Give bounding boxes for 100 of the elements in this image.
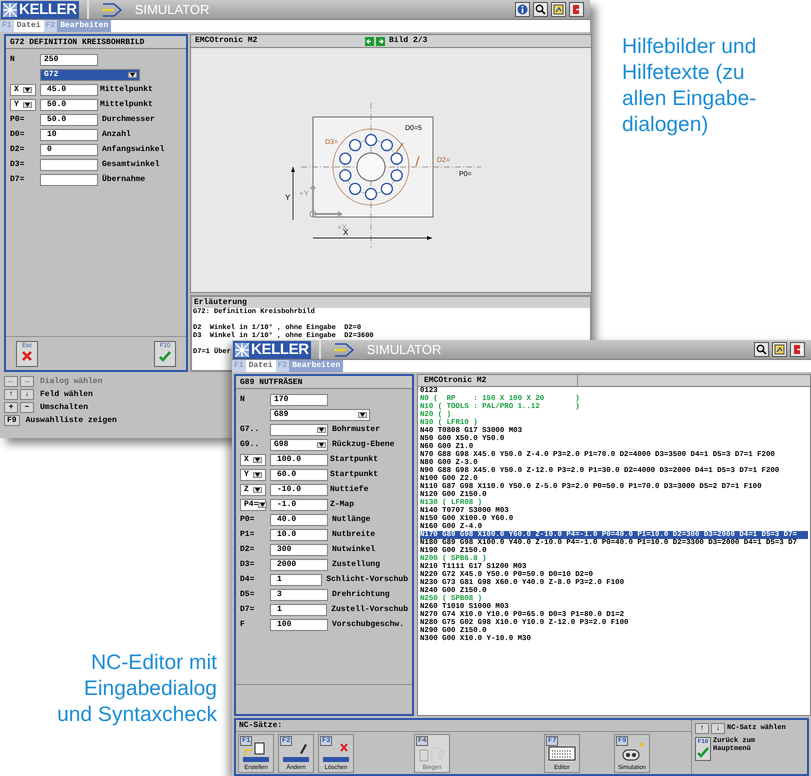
dropdown[interactable]: G89 — [270, 408, 370, 420]
exit-icon[interactable] — [569, 2, 584, 17]
input-field[interactable]: 1 — [270, 604, 328, 616]
input-field[interactable]: 100.0 — [270, 454, 328, 466]
axis-dropdown[interactable]: Y — [240, 468, 266, 480]
field-label: D0= — [10, 128, 26, 140]
caret-icon — [255, 458, 260, 462]
key-cap: ↓ — [711, 723, 725, 734]
field-description: Nutwinkel — [332, 544, 376, 556]
key-cap: ↑ — [4, 389, 18, 400]
field-label: N — [10, 54, 16, 66]
readonly-field: 170 — [270, 394, 328, 406]
caret-icon — [255, 472, 260, 476]
readonly-field: 250 — [40, 54, 98, 66]
field-label: D2= — [10, 144, 26, 156]
key-help-label: Feld wählen — [40, 388, 93, 400]
logo-text: KELLER — [251, 342, 309, 357]
caption: Hilfebilder und Hilfetexte (zu allen Eingabe- dialogen) — [622, 34, 756, 138]
help-icon[interactable] — [772, 342, 787, 357]
caret-icon — [255, 488, 260, 492]
field-label: G7.. — [240, 424, 260, 436]
dropdown[interactable]: G72 — [40, 68, 140, 80]
field-label: P0= — [240, 514, 256, 526]
field-description: Mittelpunkt — [100, 84, 153, 96]
dropdown[interactable]: G98 — [270, 438, 328, 450]
field-description: Nuttiefe — [330, 484, 368, 496]
field-description: Nutlänge — [332, 514, 370, 526]
field-description: Nutbreite — [332, 528, 376, 540]
key-help-label: Dialog wählen — [40, 376, 102, 388]
next-icon[interactable] — [376, 36, 385, 46]
caret-icon — [25, 102, 30, 106]
input-field[interactable]: 60.0 — [270, 468, 328, 480]
field-label: G9.. — [240, 438, 260, 450]
pencil-icon — [281, 742, 311, 764]
input-field[interactable]: 100 — [270, 618, 328, 630]
new-block-icon — [241, 742, 271, 764]
axis-dropdown[interactable]: Y — [10, 98, 36, 110]
help-icon[interactable] — [551, 2, 566, 17]
dimension-label: X — [343, 228, 348, 237]
search-icon[interactable] — [533, 2, 548, 17]
field-description: Drehrichtung — [332, 588, 390, 600]
caret-icon — [260, 502, 266, 506]
field-label: D3= — [240, 558, 256, 570]
function-key: F2 — [276, 360, 290, 372]
dropdown[interactable] — [270, 424, 328, 436]
input-field[interactable]: 300 — [270, 544, 328, 556]
input-field[interactable]: 0 — [40, 144, 98, 156]
field-label: D7= — [10, 174, 26, 186]
field-description: Startpunkt — [330, 468, 378, 480]
logo-grid-icon — [235, 342, 249, 356]
caret-icon — [360, 412, 365, 416]
field-label: N — [240, 394, 246, 406]
axis-dropdown[interactable]: X — [10, 84, 36, 96]
input-field[interactable]: 1 — [270, 574, 322, 586]
input-field[interactable] — [40, 174, 98, 186]
field-description: Durchmesser — [102, 114, 155, 126]
input-field[interactable]: 50.0 — [40, 114, 98, 126]
field-description: Z-Map — [330, 498, 354, 510]
caption: NC-Editor mit Eingabedialog und Syntaxcheck — [57, 650, 217, 728]
input-field[interactable]: 40.0 — [270, 514, 328, 526]
app-title: SIMULATOR — [366, 340, 442, 359]
input-field[interactable]: 10 — [40, 128, 98, 140]
close-icon — [21, 350, 33, 362]
input-field[interactable]: 45.0 — [40, 84, 98, 96]
axis-dropdown[interactable]: P4= — [240, 498, 266, 510]
info-icon[interactable] — [515, 2, 530, 17]
explanation-title: Erläuterung — [192, 297, 590, 308]
field-description: Schlicht-Vorschub — [326, 574, 408, 586]
input-field[interactable]: 3 — [270, 588, 328, 600]
key-help-label: Umschalten — [40, 402, 88, 414]
caret-icon — [25, 88, 30, 92]
input-field[interactable]: -10.0 — [270, 484, 328, 496]
field-description: Mittelpunkt — [100, 98, 153, 110]
input-field[interactable]: 2000 — [270, 558, 328, 570]
field-label: D3= — [10, 158, 26, 170]
function-key: F1 — [0, 20, 14, 32]
field-label: P0= — [10, 114, 26, 126]
axis-dropdown[interactable]: Z — [240, 484, 266, 496]
dialog-title: G89 NUTFRÄSEN — [236, 376, 412, 389]
axis-dropdown[interactable]: X — [240, 454, 266, 466]
field-description: Gesamtwinkel — [102, 158, 160, 170]
field-label: P1= — [240, 528, 256, 540]
caret-icon — [319, 442, 324, 446]
field-description: Übernahme — [102, 174, 146, 186]
search-icon[interactable] — [754, 342, 769, 357]
input-field[interactable]: 10.0 — [270, 528, 328, 540]
checkmark-icon — [159, 350, 171, 362]
input-field[interactable] — [40, 158, 98, 170]
function-key: F1 — [232, 360, 246, 372]
dialog-title: G72 DEFINITION KREISBOHRBILD — [6, 36, 186, 49]
input-field[interactable]: 50.0 — [40, 98, 98, 110]
field-description: Vorschubgeschw. — [332, 618, 404, 630]
app-title: SIMULATOR — [134, 0, 210, 19]
previous-icon[interactable] — [365, 36, 374, 46]
key-cap: − — [20, 402, 34, 413]
key-cap: + — [4, 402, 18, 413]
caret-icon — [319, 428, 324, 432]
input-field[interactable]: -1.0 — [270, 498, 328, 510]
field-label: D2= — [240, 544, 256, 556]
exit-icon[interactable] — [790, 342, 805, 357]
